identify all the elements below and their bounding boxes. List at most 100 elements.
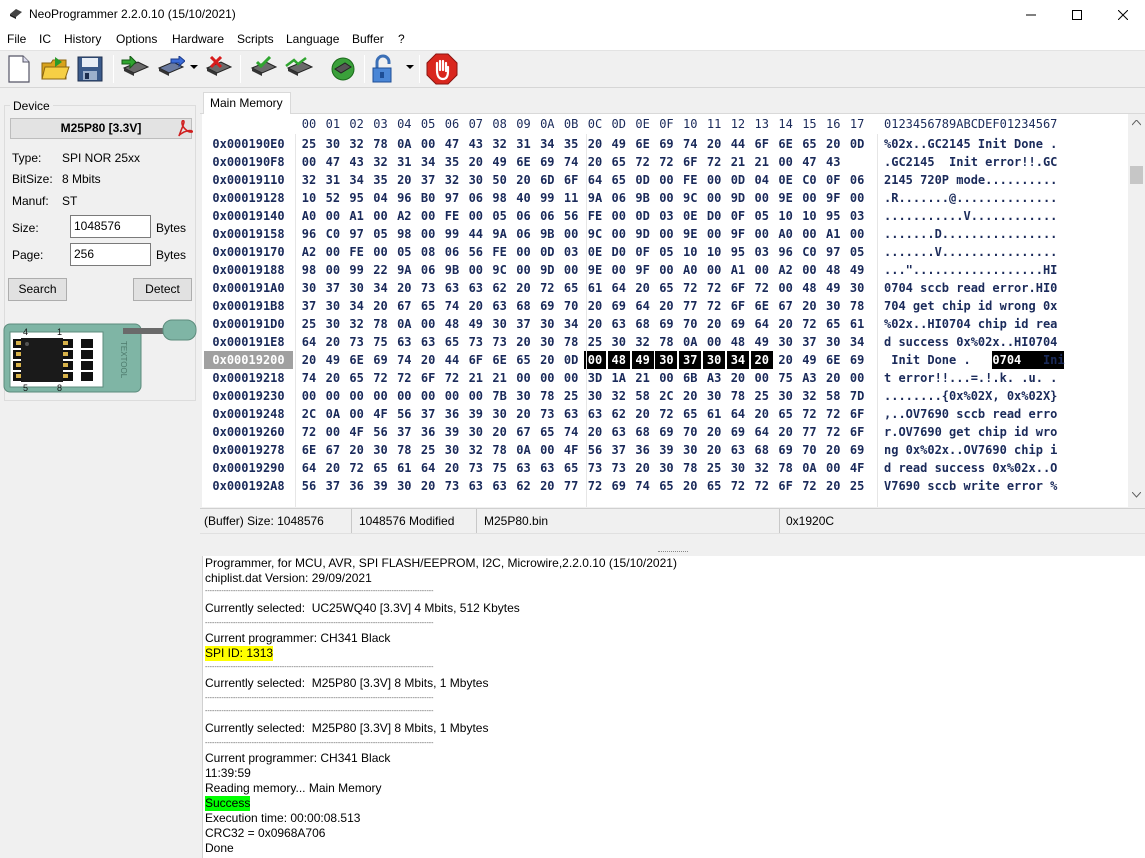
hex-byte[interactable]: 43: [465, 135, 487, 153]
hex-byte[interactable]: 20: [512, 333, 534, 351]
hex-byte[interactable]: 97: [346, 225, 368, 243]
hex-byte[interactable]: A0: [298, 207, 320, 225]
hex-byte[interactable]: 69: [727, 315, 749, 333]
hex-byte[interactable]: 98: [489, 189, 511, 207]
hex-byte[interactable]: 69: [846, 441, 868, 459]
hex-byte[interactable]: 69: [727, 423, 749, 441]
maximize-button[interactable]: [1054, 0, 1100, 30]
hex-byte[interactable]: 63: [584, 405, 606, 423]
hex-byte[interactable]: 65: [655, 279, 677, 297]
hex-byte[interactable]: 00: [846, 225, 868, 243]
hex-byte[interactable]: 4F: [846, 459, 868, 477]
hex-byte[interactable]: 49: [798, 351, 820, 369]
hex-byte[interactable]: 30: [703, 387, 725, 405]
hex-byte[interactable]: 9D: [727, 189, 749, 207]
hex-row[interactable]: 0x00019200 20 49 6E 69 74 20 44 6F 6E 65 20 0D 00 48 49…: [202, 351, 1128, 369]
hex-byte[interactable]: 65: [369, 459, 391, 477]
hex-byte[interactable]: 30: [441, 441, 463, 459]
hex-byte[interactable]: 20: [512, 171, 534, 189]
write-button[interactable]: [154, 53, 186, 85]
hex-byte[interactable]: 96: [298, 225, 320, 243]
hex-byte[interactable]: 34: [417, 153, 439, 171]
hex-byte[interactable]: 70: [560, 297, 582, 315]
hex-byte[interactable]: 10: [298, 189, 320, 207]
hex-byte[interactable]: 6F: [679, 153, 701, 171]
hex-byte[interactable]: 9F: [632, 261, 654, 279]
hex-byte[interactable]: 06: [846, 171, 868, 189]
hex-byte[interactable]: 20: [584, 135, 606, 153]
hex-byte[interactable]: 78: [679, 459, 701, 477]
hex-byte[interactable]: 37: [322, 477, 344, 495]
hex-row[interactable]: 0x00019188 98 00 99 22 9A 06 9B 00 9C 00 9D 00 9E 00 9F…: [202, 261, 1128, 279]
hex-byte[interactable]: 72: [536, 279, 558, 297]
hex-byte[interactable]: 6D: [536, 171, 558, 189]
hex-byte[interactable]: 20: [512, 279, 534, 297]
hex-byte[interactable]: 00: [846, 189, 868, 207]
hex-byte[interactable]: 20: [489, 423, 511, 441]
hex-byte[interactable]: FE: [679, 171, 701, 189]
hex-byte[interactable]: 70: [679, 315, 701, 333]
hex-byte[interactable]: 69: [775, 441, 797, 459]
hex-byte[interactable]: 05: [369, 225, 391, 243]
hex-byte[interactable]: FE: [346, 243, 368, 261]
hex-byte[interactable]: 63: [608, 315, 630, 333]
hex-row[interactable]: 0x00019218 74 20 65 72 72 6F 72 21 21 00 00 00 3D 1A 21…: [202, 369, 1128, 387]
hex-byte[interactable]: 48: [798, 279, 820, 297]
hex-byte[interactable]: 35: [441, 153, 463, 171]
hex-byte[interactable]: 69: [536, 153, 558, 171]
hex-byte[interactable]: 20: [822, 477, 844, 495]
hex-byte[interactable]: 20: [584, 423, 606, 441]
hex-byte[interactable]: 72: [703, 153, 725, 171]
hex-byte[interactable]: 72: [798, 477, 820, 495]
hex-byte[interactable]: 00: [536, 369, 558, 387]
hex-byte[interactable]: 21: [751, 153, 773, 171]
hex-byte[interactable]: 10: [798, 207, 820, 225]
hex-byte[interactable]: 08: [417, 243, 439, 261]
hex-byte[interactable]: 98: [393, 225, 415, 243]
hex-row[interactable]: 0x00019170 A2 00 FE 00 05 08 06 56 FE 00 0D 03 0E D0 0F…: [202, 243, 1128, 261]
hex-byte[interactable]: 22: [369, 261, 391, 279]
hex-byte[interactable]: 95: [727, 243, 749, 261]
hex-byte[interactable]: 43: [822, 153, 844, 171]
hex-byte[interactable]: 6F: [727, 279, 749, 297]
hex-byte[interactable]: 20: [322, 459, 344, 477]
hex-byte[interactable]: 6F: [560, 171, 582, 189]
hex-byte[interactable]: 25: [298, 135, 320, 153]
hex-byte[interactable]: 37: [512, 315, 534, 333]
hex-byte[interactable]: 65: [608, 153, 630, 171]
hex-byte[interactable]: D0: [608, 243, 630, 261]
hex-byte[interactable]: 63: [393, 333, 415, 351]
hex-byte[interactable]: 72: [584, 477, 606, 495]
hex-byte[interactable]: 25: [846, 477, 868, 495]
hex-byte[interactable]: 30: [322, 135, 344, 153]
hex-byte[interactable]: 30: [822, 333, 844, 351]
erase-button[interactable]: [202, 53, 234, 85]
hex-byte[interactable]: 34: [560, 315, 582, 333]
hex-byte[interactable]: 99: [536, 189, 558, 207]
hex-byte[interactable]: 20: [750, 351, 773, 369]
hex-byte[interactable]: 10: [775, 207, 797, 225]
hex-row-ascii[interactable]: ...........V............: [884, 207, 1100, 225]
hex-byte[interactable]: 47: [441, 135, 463, 153]
hex-byte[interactable]: 20: [655, 297, 677, 315]
hex-byte[interactable]: 37: [417, 405, 439, 423]
hex-byte[interactable]: 00: [751, 225, 773, 243]
hex-row-ascii[interactable]: 2145 720P mode..........: [884, 171, 1100, 189]
auto-button[interactable]: [326, 53, 358, 85]
hex-row[interactable]: 0x000191B8 37 30 34 20 67 65 74 20 63 68 69 70 20 69 64…: [202, 297, 1128, 315]
hex-byte[interactable]: 49: [846, 261, 868, 279]
hex-byte[interactable]: 0E: [679, 207, 701, 225]
hex-byte[interactable]: 65: [608, 171, 630, 189]
hex-byte[interactable]: 63: [489, 297, 511, 315]
hex-byte[interactable]: 65: [560, 459, 582, 477]
hex-byte[interactable]: 61: [846, 315, 868, 333]
splitter-grip[interactable]: [658, 551, 688, 553]
hex-byte[interactable]: 20: [703, 441, 725, 459]
hex-byte[interactable]: 6F: [846, 405, 868, 423]
menu-options[interactable]: Options: [116, 32, 157, 46]
hex-byte[interactable]: 63: [727, 441, 749, 459]
hex-row-ascii[interactable]: Init Done . HI0704 Ini: [884, 351, 1100, 369]
hex-byte[interactable]: 6F: [465, 351, 487, 369]
hex-byte[interactable]: 49: [822, 279, 844, 297]
hex-byte[interactable]: 00: [798, 225, 820, 243]
